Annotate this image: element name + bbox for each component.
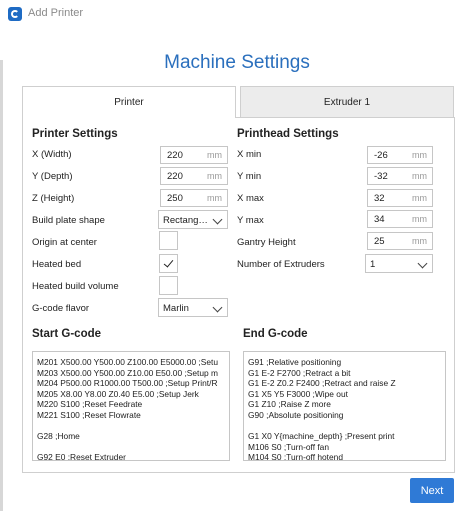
end-gcode-line: M106 S0 ;Turn-off fan (248, 441, 330, 452)
origin-at-center-label: Origin at center (32, 237, 97, 248)
x-max-value: 32 (374, 193, 385, 204)
gantry-height-field[interactable]: 25 mm (367, 232, 433, 250)
chevron-down-icon (417, 258, 428, 269)
x-min-value: -26 (374, 150, 388, 161)
heated-bed-checkbox[interactable] (159, 254, 178, 273)
z-height-label: Z (Height) (32, 193, 75, 204)
y-depth-unit: mm (207, 171, 222, 181)
window-left-edge (0, 60, 3, 511)
gantry-height-label: Gantry Height (237, 237, 296, 248)
chevron-down-icon (212, 214, 223, 225)
start-gcode-line: G92 E0 ;Reset Extruder (37, 452, 126, 461)
x-min-label: X min (237, 149, 262, 160)
gcode-flavor-value: Marlin (163, 303, 189, 314)
cura-logo-icon (8, 7, 22, 21)
x-min-unit: mm (412, 150, 427, 160)
end-gcode-line: G90 ;Absolute positioning (248, 409, 344, 420)
y-depth-label: Y (Depth) (32, 171, 73, 182)
x-width-label: X (Width) (32, 149, 72, 160)
y-max-unit: mm (412, 214, 427, 224)
end-gcode-line: G1 Z10 ;Raise Z more (248, 399, 331, 410)
number-of-extruders-label: Number of Extruders (237, 259, 325, 270)
start-gcode-line: M201 X500.00 Y500.00 Z100.00 E5000.00 ;S… (37, 357, 218, 367)
z-height-value: 250 (167, 193, 183, 204)
start-gcode-line: M205 X8.00 Y8.00 Z0.40 E5.00 ;Setup Jerk (37, 388, 199, 399)
y-max-value: 34 (374, 214, 385, 225)
end-gcode-line: G1 E-2 F2700 ;Retract a bit (248, 367, 351, 378)
tab-extruder-1[interactable]: Extruder 1 (240, 86, 454, 118)
start-gcode-line: M221 S100 ;Reset Flowrate (37, 409, 141, 420)
end-gcode-title: End G-code (243, 328, 308, 340)
x-max-field[interactable]: 32 mm (367, 189, 433, 207)
x-min-field[interactable]: -26 mm (367, 146, 433, 164)
start-gcode-line: M204 P500.00 R1000.00 T500.00 ;Setup Pri… (37, 378, 218, 389)
y-depth-value: 220 (167, 171, 183, 182)
heated-build-volume-checkbox[interactable] (159, 276, 178, 295)
gantry-height-value: 25 (374, 236, 385, 247)
end-gcode-editor[interactable]: G91 ;Relative positioning G1 E-2 F2700 ;… (243, 351, 446, 461)
title-bar: Add Printer (0, 0, 474, 30)
heated-bed-label: Heated bed (32, 259, 82, 270)
start-gcode-line: G28 ;Home (37, 431, 80, 442)
end-gcode-line: G1 E-2 Z0.2 F2400 ;Retract and raise Z (248, 378, 396, 389)
settings-panel: Printer Settings X (Width) 220 mm Y (Dep… (22, 117, 455, 473)
window-title: Add Printer (28, 7, 84, 19)
heated-build-volume-label: Heated build volume (32, 281, 119, 292)
build-plate-shape-label: Build plate shape (32, 215, 105, 226)
z-height-unit: mm (207, 193, 222, 203)
y-min-unit: mm (412, 171, 427, 181)
x-max-unit: mm (412, 193, 427, 203)
x-max-label: X max (237, 193, 264, 204)
tab-extruder-1-label: Extruder 1 (323, 96, 371, 108)
x-width-field[interactable]: 220 mm (160, 146, 228, 164)
y-depth-field[interactable]: 220 mm (160, 167, 228, 185)
chevron-down-icon (212, 302, 223, 313)
page-title: Machine Settings (164, 52, 310, 73)
printhead-settings-title: Printhead Settings (237, 128, 339, 140)
end-gcode-line: M104 S0 ;Turn-off hotend (248, 452, 343, 461)
number-of-extruders-dropdown[interactable]: 1 (365, 254, 433, 273)
tab-printer[interactable]: Printer (22, 86, 236, 118)
end-gcode-line (248, 421, 441, 432)
start-gcode-line: M203 X500.00 Y500.00 Z10.00 E50.00 ;Setu… (37, 367, 218, 378)
printer-settings-title: Printer Settings (32, 128, 118, 140)
gcode-flavor-label: G-code flavor (32, 303, 90, 314)
y-min-label: Y min (237, 171, 262, 182)
start-gcode-title: Start G-code (32, 328, 102, 340)
end-gcode-line: G1 X5 Y5 F3000 ;Wipe out (248, 388, 348, 399)
build-plate-shape-dropdown[interactable]: Rectang… (158, 210, 228, 229)
number-of-extruders-value: 1 (370, 259, 376, 270)
y-max-field[interactable]: 34 mm (367, 210, 433, 228)
y-max-label: Y max (237, 215, 264, 226)
end-gcode-line: G1 X0 Y{machine_depth} ;Present print (248, 431, 395, 442)
end-gcode-line: G91 ;Relative positioning (248, 357, 342, 367)
x-width-unit: mm (207, 150, 222, 160)
checkmark-icon (163, 257, 174, 268)
start-gcode-line (37, 421, 225, 432)
x-width-value: 220 (167, 150, 183, 161)
start-gcode-editor[interactable]: M201 X500.00 Y500.00 Z100.00 E5000.00 ;S… (32, 351, 230, 461)
build-plate-shape-value: Rectang… (163, 215, 208, 226)
z-height-field[interactable]: 250 mm (160, 189, 228, 207)
tab-printer-label: Printer (114, 97, 144, 108)
gcode-flavor-dropdown[interactable]: Marlin (158, 298, 228, 317)
start-gcode-line: M220 S100 ;Reset Feedrate (37, 399, 143, 410)
origin-at-center-checkbox[interactable] (159, 231, 178, 250)
start-gcode-line (37, 442, 225, 453)
next-button[interactable]: Next (410, 478, 454, 503)
y-min-field[interactable]: -32 mm (367, 167, 433, 185)
y-min-value: -32 (374, 171, 388, 182)
gantry-height-unit: mm (412, 236, 427, 246)
